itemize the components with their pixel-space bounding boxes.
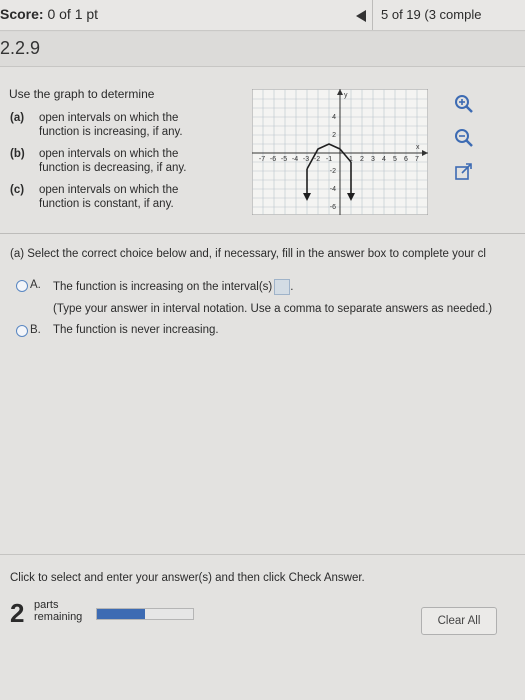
x-tick-label: 3 (371, 156, 375, 163)
interval-answer-box[interactable] (274, 279, 291, 295)
x-tick-label: -6 (270, 156, 276, 163)
score-value: 0 of 1 pt (47, 6, 99, 22)
footer-instruction: Click to select and enter your answer(s)… (10, 572, 365, 584)
question-number: 2.2.9 (0, 38, 41, 58)
previous-question-icon[interactable] (356, 10, 366, 22)
part-b-line-1: open intervals on which the (39, 148, 179, 160)
question-number-bar: 2.2.9 (0, 32, 525, 67)
zoom-in-icon[interactable] (453, 93, 475, 115)
footer-divider (0, 554, 525, 555)
choice-a-hint: (Type your answer in interval notation. … (53, 303, 493, 315)
part-a-label: (a) (10, 112, 25, 124)
part-c-line-1: open intervals on which the (39, 184, 179, 196)
question-intro: Use the graph to determine (9, 87, 155, 101)
x-tick-label: 7 (415, 156, 419, 163)
function-graph[interactable]: y x -7 -6 -5 -4 -3 -2 -1 1 2 3 4 5 6 7 4… (252, 89, 428, 215)
y-tick-label: -4 (330, 186, 336, 193)
x-tick-label: -7 (259, 156, 265, 163)
x-tick-label: 2 (360, 156, 364, 163)
x-tick-label: 4 (382, 156, 386, 163)
x-tick-label: -4 (292, 156, 298, 163)
choice-b-text: The function is never increasing. (53, 324, 219, 336)
part-a-line-2: function is increasing, if any. (39, 126, 183, 138)
y-tick-label: -6 (330, 204, 336, 211)
parts-remaining-label: parts remaining (34, 599, 82, 623)
y-axis-label: y (344, 92, 348, 99)
x-tick-label: -3 (303, 156, 309, 163)
x-tick-label: 5 (393, 156, 397, 163)
choice-a-letter: A. (30, 279, 41, 291)
score-text: Score: 0 of 1 pt (0, 6, 98, 22)
parts-remaining-count: 2 (10, 598, 25, 628)
part-b-line-2: function is decreasing, if any. (39, 162, 187, 174)
question-content: Use the graph to determine (a) open inte… (0, 67, 525, 700)
question-progress[interactable]: 5 of 19 (3 comple (381, 7, 481, 22)
answer-instruction: (a) Select the correct choice below and,… (10, 248, 486, 260)
part-c-line-2: function is constant, if any. (39, 198, 174, 210)
clear-all-button[interactable]: Clear All (421, 607, 497, 635)
external-link-icon[interactable] (453, 161, 475, 183)
parts-progress-bar (96, 608, 194, 620)
top-bar: Score: 0 of 1 pt 5 of 19 (3 comple (0, 0, 525, 31)
parts-label-line-1: parts (34, 599, 59, 611)
section-divider (0, 233, 525, 234)
x-tick-label: -5 (281, 156, 287, 163)
nav-divider (372, 0, 373, 30)
zoom-out-icon[interactable] (453, 127, 475, 149)
choice-a-radio[interactable] (16, 280, 28, 292)
parts-progress-fill (97, 609, 145, 619)
part-c-label: (c) (10, 184, 25, 196)
choice-a-text: The function is increasing on the interv… (53, 281, 273, 294)
score-label: Score: (0, 6, 44, 22)
x-axis-label: x (416, 144, 420, 151)
y-tick-label: -2 (330, 168, 336, 175)
x-tick-label: 6 (404, 156, 408, 163)
y-tick-label: 2 (332, 132, 336, 139)
y-tick-label: 4 (332, 114, 336, 121)
choice-a-suffix: . (290, 281, 294, 294)
x-tick-label: -1 (326, 156, 332, 163)
choice-b-letter: B. (30, 324, 41, 336)
x-tick-label: -2 (314, 156, 320, 163)
choice-b-radio[interactable] (16, 325, 28, 337)
part-a-line-1: open intervals on which the (39, 112, 179, 124)
parts-label-line-2: remaining (34, 611, 83, 623)
part-b-label: (b) (10, 148, 25, 160)
